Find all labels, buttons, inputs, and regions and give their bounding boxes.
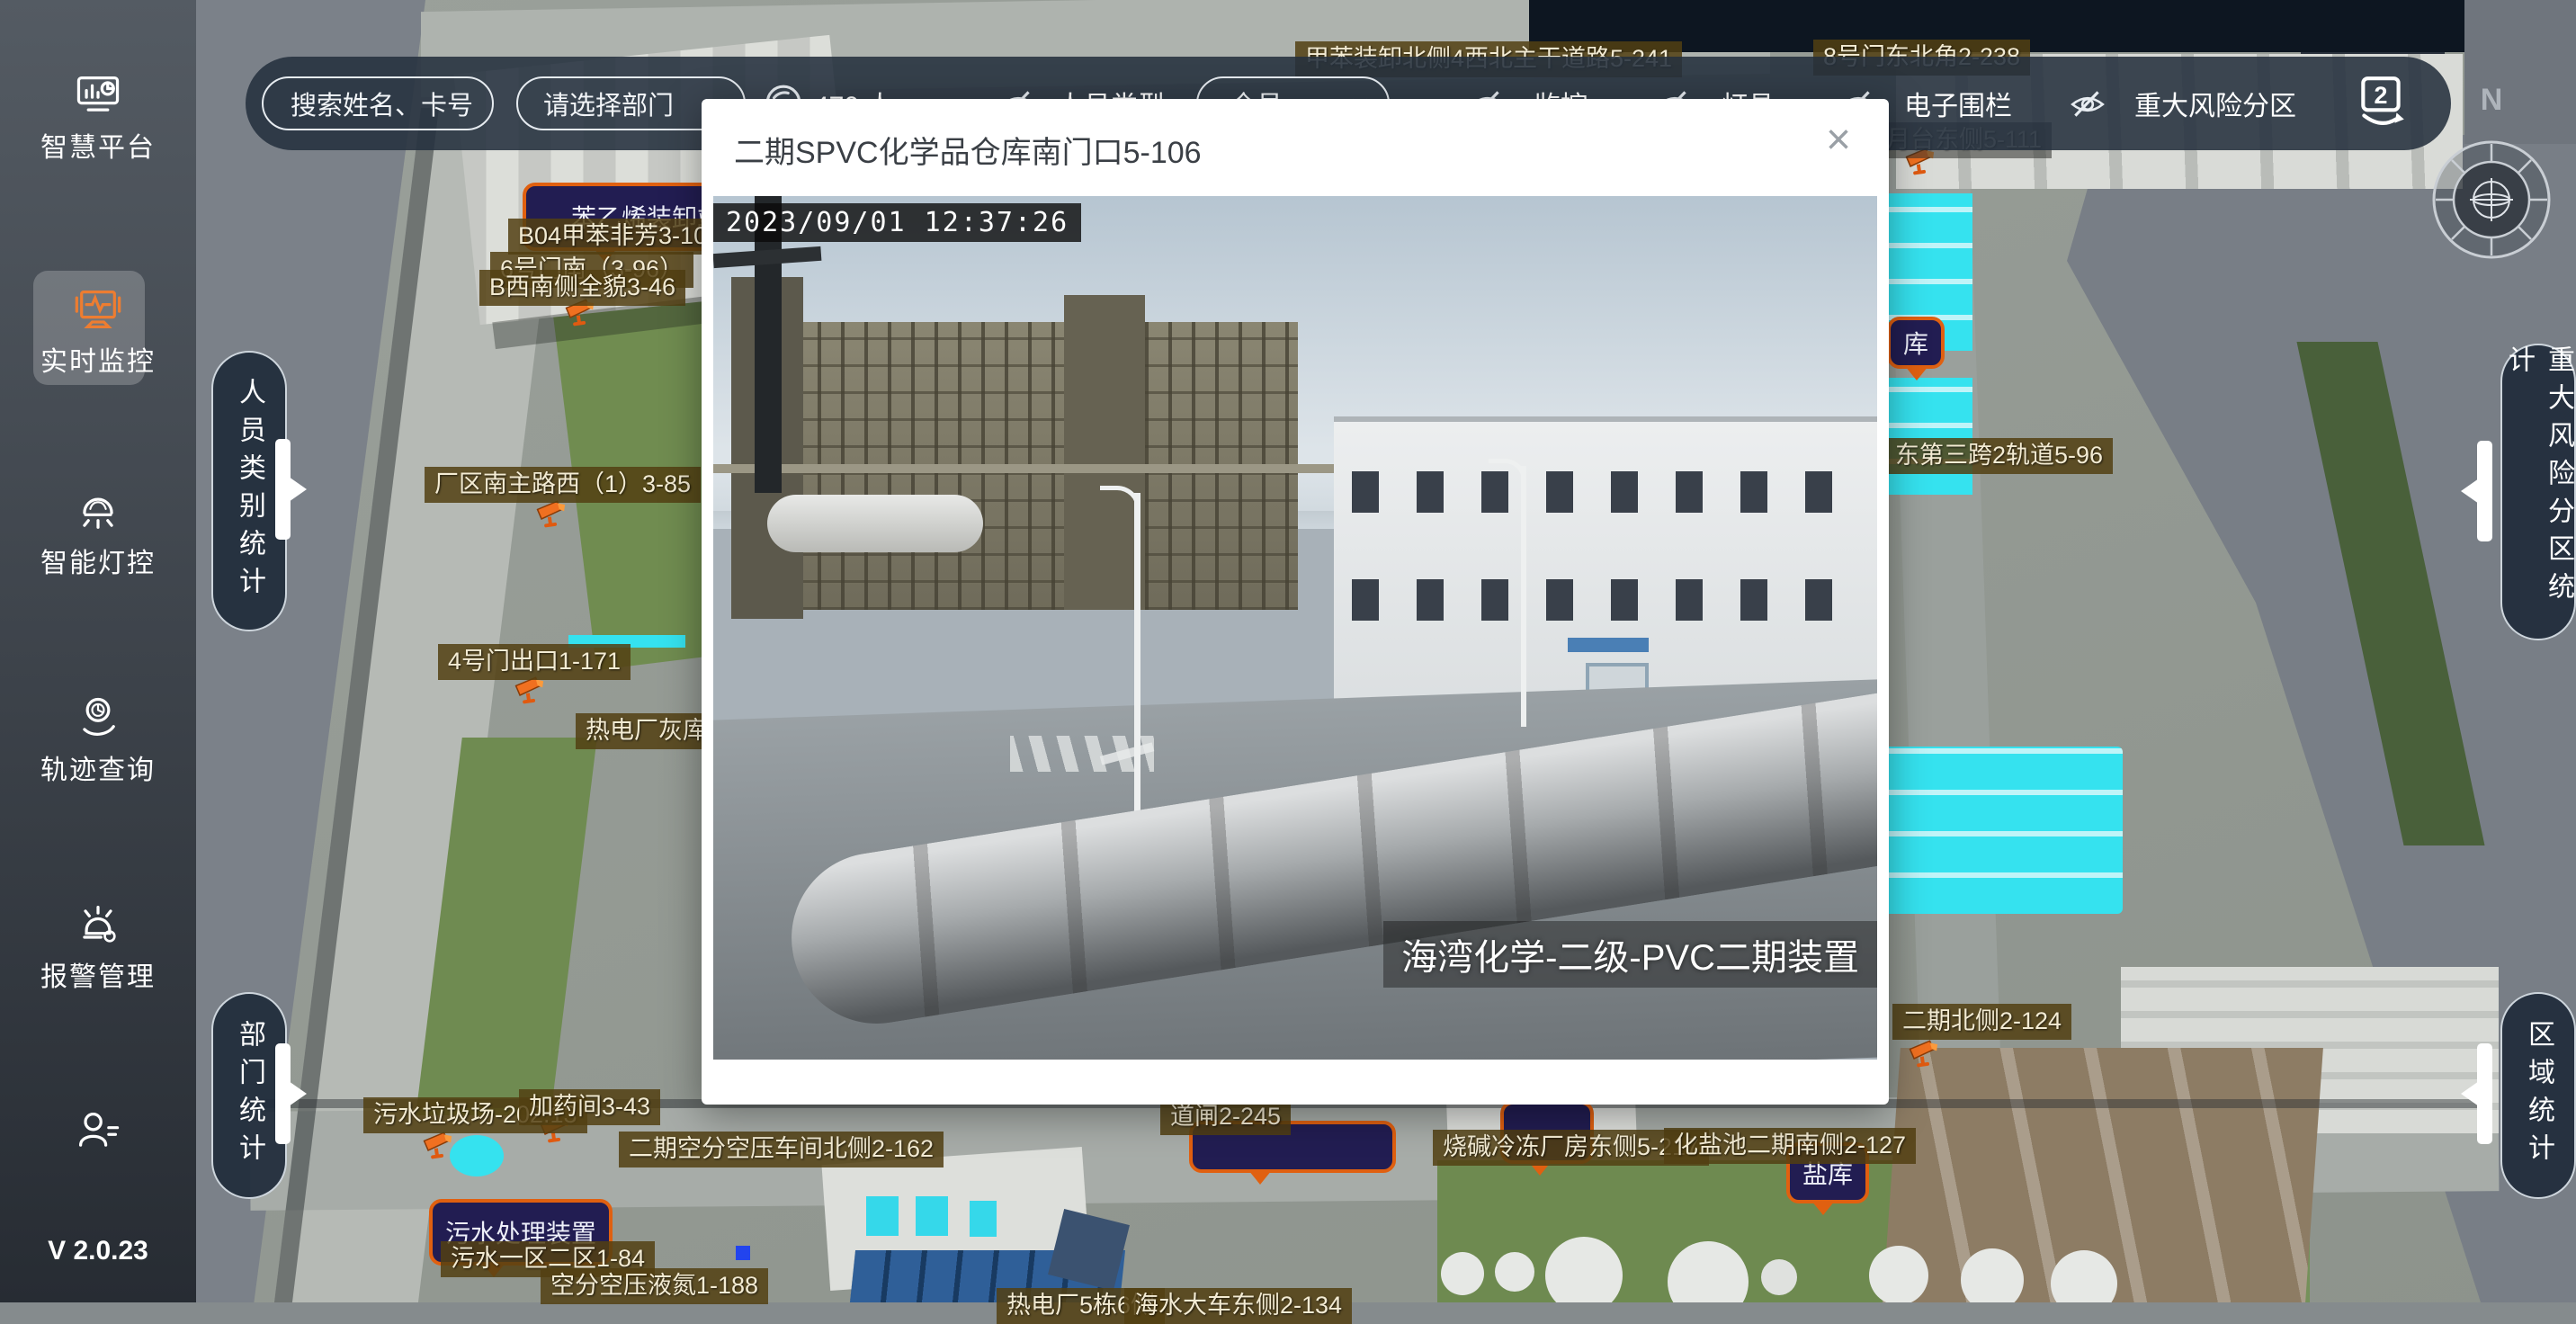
cam-lamp-pole [1134, 493, 1140, 853]
panel-expand-handle[interactable] [2477, 1043, 2492, 1144]
department-placeholder: 请选择部门 [543, 85, 674, 122]
cam-awning [1568, 638, 1649, 652]
map-camera-label[interactable]: 二期北侧2-124 [1892, 1004, 2071, 1040]
cam-window-row [1352, 579, 1859, 621]
map-area-balloon: 库 [1887, 317, 1945, 369]
tab-label: 重大风险分区统计 [2499, 345, 2576, 639]
toggle-fence-label[interactable]: 电子围栏 [1904, 84, 2012, 123]
panel-expand-handle[interactable] [275, 1043, 291, 1144]
video-watermark: 海湾化学-二级-PVC二期装置 [1383, 921, 1877, 988]
panel-expand-handle[interactable] [275, 439, 291, 540]
cctv-camera-icon[interactable] [420, 1129, 461, 1168]
close-icon[interactable]: × [1813, 117, 1864, 167]
map-camera-label[interactable]: 二期空分空压车间北侧2-162 [619, 1132, 944, 1167]
cctv-camera-icon[interactable] [533, 497, 574, 537]
compass-north-label: N [2430, 83, 2553, 118]
sidebar-item-smart-platform[interactable]: 智慧平台 [0, 70, 196, 165]
cam-window-row [1352, 471, 1859, 513]
balloon-pointer [1905, 366, 1928, 392]
camera-video-frame: 2023/09/01 12:37:26 海湾化学-二级-PVC二期装置 [713, 196, 1877, 1060]
sidebar-item-realtime-monitor[interactable]: 实时监控 [0, 284, 196, 379]
alarm-manage-icon [73, 899, 123, 954]
sidebar-item-label: 智能灯控 [0, 541, 196, 580]
sidebar-item-personnel[interactable] [0, 1106, 196, 1161]
cctv-camera-icon[interactable] [1906, 1037, 1946, 1077]
search-input[interactable]: 搜索姓名、卡号 [262, 76, 494, 130]
sidebar-item-label: 实时监控 [0, 339, 196, 379]
cam-lamp-pole [1521, 466, 1526, 727]
cam-plant-tower [1064, 295, 1145, 610]
compass-control[interactable] [2430, 139, 2553, 261]
balloon-pointer [1248, 1170, 1272, 1196]
dashboard-monitor-icon [73, 70, 123, 125]
smart-light-icon [73, 486, 123, 541]
person-list-icon [73, 1106, 123, 1161]
sidebar-item-alarm-manage[interactable]: 报警管理 [0, 899, 196, 994]
sidebar-item-track-query[interactable]: 轨迹查询 [0, 693, 196, 787]
balloon-pointer [1811, 1201, 1835, 1227]
track-query-icon [73, 693, 123, 747]
cam-tank [767, 495, 983, 552]
balloon-label: 库 [1903, 325, 1928, 361]
map-camera-label[interactable]: 加药间3-43 [519, 1089, 660, 1125]
cam-pipe-rack [713, 464, 1343, 473]
sidebar: 智慧平台 实时监控 智能灯控 轨迹查询 报警管理 V 2.0.23 [0, 0, 196, 1302]
map-camera-label[interactable]: 海水大车东侧2-134 [1124, 1288, 1352, 1324]
sidebar-item-label: 轨迹查询 [0, 747, 196, 787]
realtime-monitor-icon [73, 284, 123, 339]
camera-feed-dialog: 二期SPVC化学品仓库南门口5-106 × 2023/09/01 12:37:2… [702, 99, 1889, 1105]
tab-label: 人员类别统计 [229, 378, 269, 604]
map-camera-label[interactable]: 厂区南主路西（1）3-85 [425, 467, 701, 503]
map-camera-label[interactable]: 4号门出口1-171 [438, 644, 631, 680]
screen-switch-badge: 2 [2374, 82, 2387, 109]
dialog-title: 二期SPVC化学品仓库南门口5-106 [734, 128, 1202, 172]
map-camera-label[interactable]: 空分空压液氮1-188 [541, 1268, 768, 1304]
tab-label: 部门统计 [229, 1020, 269, 1171]
sidebar-item-label: 报警管理 [0, 954, 196, 994]
app-version: V 2.0.23 [0, 1236, 196, 1266]
sidebar-item-label: 智慧平台 [0, 125, 196, 165]
panel-expand-handle[interactable] [2477, 441, 2492, 541]
map-camera-label[interactable]: 化盐池二期南侧2-127 [1664, 1128, 1916, 1164]
tab-risk-zone-stats[interactable]: 重大风险分区统计 [2500, 344, 2576, 640]
search-placeholder: 搜索姓名、卡号 [291, 85, 473, 122]
map-camera-label[interactable]: B西南侧全貌3-46 [479, 270, 685, 306]
sidebar-item-smart-light[interactable]: 智能灯控 [0, 486, 196, 580]
map-camera-label[interactable]: 热电厂灰库 [576, 713, 717, 749]
map-camera-label[interactable]: 东第三跨2轨道5-96 [1885, 438, 2113, 474]
video-timestamp: 2023/09/01 12:37:26 [713, 203, 1081, 242]
map-camera-label[interactable]: B04甲苯非芳3-10 [508, 219, 717, 255]
tab-area-stats[interactable]: 区域统计 [2500, 992, 2576, 1199]
cctv-camera-icon[interactable] [512, 674, 552, 713]
screen-switch-icon[interactable]: 2 [2356, 75, 2408, 135]
eye-off-icon[interactable] [2069, 89, 2106, 124]
tab-label: 区域统计 [2518, 1020, 2558, 1171]
toggle-risk-zone-label[interactable]: 重大风险分区 [2134, 84, 2296, 123]
